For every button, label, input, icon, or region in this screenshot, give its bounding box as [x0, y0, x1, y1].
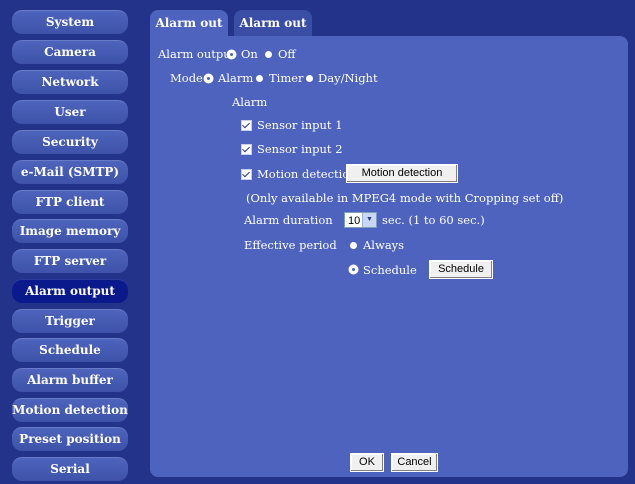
sidebar-item-alarm-buffer[interactable]: Alarm buffer: [12, 368, 128, 392]
alarm-output-label: Alarm output: [158, 47, 236, 61]
tab-alarm-out-1[interactable]: Alarm out 1: [150, 10, 228, 56]
sidebar-item-motion-detection[interactable]: Motion detection: [12, 398, 128, 422]
mode-daynight-radio[interactable]: [306, 75, 313, 82]
mode-timer-label: Timer: [269, 71, 304, 85]
tab-alarm-out-2[interactable]: Alarm out 2: [234, 10, 312, 56]
sidebar-item-serial[interactable]: Serial: [12, 457, 128, 481]
sidebar-item-schedule[interactable]: Schedule: [12, 338, 128, 362]
ok-button[interactable]: OK: [350, 453, 384, 472]
sidebar-item-ftp-client[interactable]: FTP client: [12, 190, 128, 214]
effective-always-label: Always: [363, 238, 405, 252]
motion-detection-button[interactable]: Motion detection: [346, 164, 458, 183]
mode-label: Mode: [170, 71, 203, 85]
alarm-duration-select[interactable]: 10 ▼: [344, 212, 377, 228]
sensor-input-1-label: Sensor input 1: [257, 118, 343, 132]
sidebar-item-network[interactable]: Network: [12, 70, 128, 94]
page-background: System Camera Network User Security e-Ma…: [0, 0, 635, 484]
mode-alarm-radio[interactable]: [205, 75, 212, 82]
motion-detection-checkbox[interactable]: [241, 169, 252, 180]
sidebar-item-user[interactable]: User: [12, 100, 128, 124]
sensor-input-1-checkbox[interactable]: [241, 120, 252, 131]
effective-schedule-label: Schedule: [363, 263, 417, 277]
alarm-duration-label: Alarm duration: [244, 213, 333, 227]
sidebar-item-security[interactable]: Security: [12, 130, 128, 154]
sensor-input-2-checkbox[interactable]: [241, 144, 252, 155]
alarm-section-label: Alarm: [232, 95, 268, 109]
alarm-duration-unit: sec. (1 to 60 sec.): [382, 213, 485, 227]
alarm-duration-value: 10: [348, 215, 361, 227]
sidebar-item-preset-position[interactable]: Preset position: [12, 427, 128, 451]
effective-schedule-radio[interactable]: [350, 266, 357, 273]
chevron-down-icon[interactable]: ▼: [362, 213, 376, 227]
sidebar-item-system[interactable]: System: [12, 10, 128, 34]
sidebar-item-alarm-output[interactable]: Alarm output: [12, 279, 128, 303]
effective-period-label: Effective period: [244, 238, 337, 252]
mode-daynight-label: Day/Night: [318, 71, 378, 85]
mpeg4-note: (Only available in MPEG4 mode with Cropp…: [246, 191, 564, 205]
alarm-output-off-radio[interactable]: [265, 51, 272, 58]
settings-panel: [150, 36, 628, 477]
cancel-button[interactable]: Cancel: [391, 453, 438, 472]
alarm-output-on-radio[interactable]: [228, 51, 235, 58]
sidebar-item-camera[interactable]: Camera: [12, 40, 128, 64]
motion-detection-label: Motion detection: [257, 167, 357, 181]
mode-timer-radio[interactable]: [256, 75, 263, 82]
alarm-output-on-label: On: [241, 47, 258, 61]
sensor-input-2-label: Sensor input 2: [257, 142, 343, 156]
mode-alarm-label: Alarm: [218, 71, 254, 85]
effective-always-radio[interactable]: [350, 242, 357, 249]
sidebar-item-ftp-server[interactable]: FTP server: [12, 249, 128, 273]
sidebar-item-email-smtp[interactable]: e-Mail (SMTP): [12, 160, 128, 184]
schedule-button[interactable]: Schedule: [429, 260, 493, 279]
sidebar-item-image-memory[interactable]: Image memory: [12, 219, 128, 243]
sidebar-item-trigger[interactable]: Trigger: [12, 309, 128, 333]
alarm-output-off-label: Off: [278, 47, 296, 61]
